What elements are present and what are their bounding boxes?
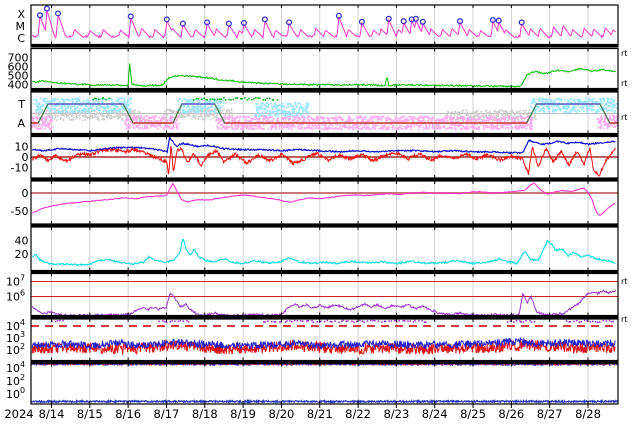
panel-frame-density [30, 226, 619, 272]
y-axis-label: -10 [11, 162, 29, 175]
chart-canvas: XMC700600500400TA100-100-504020107106104… [4, 4, 627, 421]
panel-separator [30, 315, 619, 319]
series-bz [31, 146, 616, 177]
panel-imf-field [31, 136, 618, 178]
y-axis-label: 106 [6, 289, 25, 304]
panel-proton-flux [31, 273, 618, 316]
panel-solar-wind-speed [32, 48, 616, 89]
x-axis-label: 8/18 [192, 407, 218, 421]
panel-dst-index [31, 181, 618, 224]
panel-imf-sector [31, 92, 618, 134]
series-bt [32, 136, 616, 155]
panel-frame-low-energy-flux [30, 362, 619, 405]
panel-frame-proton-flux [30, 272, 619, 317]
series-protons [31, 289, 617, 316]
x-axis-label: 8/17 [154, 407, 180, 421]
series-flare-markers [36, 5, 525, 27]
x-axis-label: 8/15 [77, 407, 103, 421]
panel-electron-flux [31, 319, 618, 361]
series-goes-xray [32, 9, 616, 40]
x-axis-label: 8/20 [269, 407, 295, 421]
panel-low-energy-flux [31, 363, 618, 404]
rt-label: rt [621, 113, 627, 122]
x-axis-label: 8/26 [498, 407, 524, 421]
rt-label: rt [621, 315, 627, 324]
x-axis-label: 8/28 [575, 407, 601, 421]
x-axis-label: 8/27 [537, 407, 563, 421]
panel-separator [30, 44, 619, 48]
x-axis-label: 8/21 [307, 407, 333, 421]
panel-density [32, 227, 616, 271]
panel-separator [30, 88, 619, 92]
x-axis-label: 8/14 [39, 407, 65, 421]
panel-frame-xray-flux [30, 4, 619, 46]
y-axis-label: 20 [15, 248, 29, 261]
year-label: 2024 [4, 407, 33, 421]
x-axis-label: 8/24 [422, 407, 448, 421]
y-axis-label: A [17, 117, 25, 130]
x-axis-label: 8/16 [115, 407, 141, 421]
series-dst [31, 182, 616, 217]
y-axis-label: 107 [6, 274, 25, 289]
y-axis-label: 400 [8, 79, 29, 92]
y-axis-label: 102 [6, 342, 25, 357]
rt-label: rt [621, 277, 627, 286]
x-axis-label: 8/22 [345, 407, 371, 421]
rt-label: rt [621, 49, 627, 58]
series-speed [32, 63, 616, 88]
y-axis-label: 0 [22, 187, 29, 200]
y-axis-label: 100 [6, 386, 25, 401]
x-axis-label: 8/19 [230, 407, 256, 421]
x-axis-label: 8/23 [383, 407, 409, 421]
y-axis-label: -50 [11, 205, 29, 218]
y-axis-label: 40 [15, 235, 29, 248]
x-axis-label: 8/25 [460, 407, 486, 421]
y-axis-label: C [17, 32, 25, 45]
panel-frame-dst-index [30, 180, 619, 225]
rt-label: rt [621, 79, 627, 88]
series-proton-density [32, 238, 616, 267]
series-bottom-blue [31, 398, 618, 404]
panel-xray-flux [32, 5, 616, 45]
panel-frame-solar-wind-speed [30, 47, 619, 90]
y-axis-label: T [17, 98, 25, 111]
series-purple-specks [51, 319, 614, 324]
space-weather-overview-chart: X M C 700 600 500 400 T A 10 0 -10 0 -50 40 20 107 106 104… [0, 0, 634, 424]
